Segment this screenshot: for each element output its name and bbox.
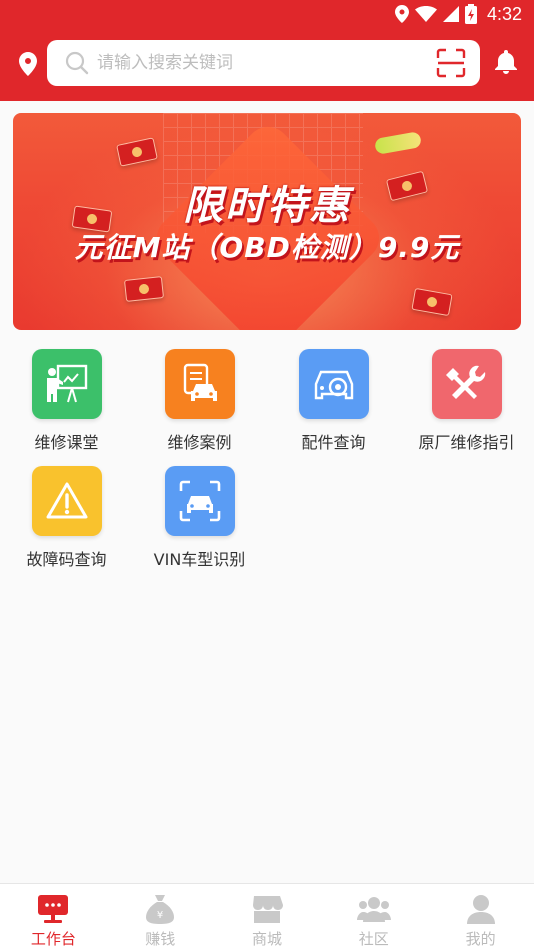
tab-workbench[interactable]: 工作台: [0, 884, 107, 950]
workbench-icon: [37, 892, 69, 926]
menu-label: VIN车型识别: [153, 550, 246, 569]
tab-earn-money[interactable]: ¥ 赚钱: [107, 884, 214, 950]
wifi-icon: [414, 6, 437, 22]
app-header: 4:32: [0, 0, 534, 101]
classroom-icon: [31, 349, 102, 419]
tab-label: 社区: [358, 930, 389, 948]
battery-icon: [464, 4, 477, 24]
warning-icon: [31, 466, 102, 536]
menu-item-repair-class[interactable]: 维修课堂: [0, 349, 133, 459]
tab-label: 我的: [465, 930, 496, 948]
menu-item-repair-case[interactable]: 维修案例: [133, 349, 266, 459]
menu-label: 维修课堂: [34, 433, 99, 452]
menu-item-oem-guide[interactable]: 原厂维修指引: [400, 349, 533, 459]
tab-profile[interactable]: 我的: [427, 884, 534, 950]
status-bar: 4:32: [394, 0, 534, 28]
svg-text:¥: ¥: [157, 910, 163, 921]
location-pin-icon: [19, 52, 37, 76]
tools-icon: [431, 349, 502, 419]
car-scan-icon: [164, 466, 235, 536]
menu-item-fault-code[interactable]: 故障码查询: [0, 466, 133, 576]
search-input[interactable]: [97, 53, 417, 73]
menu-item-vin-recognition[interactable]: VIN车型识别: [133, 466, 266, 576]
tab-store[interactable]: 商城: [214, 884, 321, 950]
status-time: 4:32: [486, 3, 522, 24]
tab-label: 商城: [251, 930, 282, 948]
bottom-tab-bar: 工作台 ¥ 赚钱 商城 社区 我的: [0, 883, 534, 950]
search-icon: [65, 51, 89, 75]
red-envelope-decoration: [123, 276, 165, 302]
search-bar[interactable]: [47, 40, 480, 86]
menu-label: 故障码查询: [26, 550, 107, 569]
menu-item-parts-query[interactable]: 配件查询: [267, 349, 400, 459]
car-parts-icon: [298, 349, 369, 419]
community-icon: [356, 892, 391, 926]
banner-subtitle: 元征M站（OBD检测）9.9元: [74, 231, 460, 264]
location-button[interactable]: [14, 50, 42, 78]
money-bag-icon: ¥: [145, 892, 175, 926]
menu-label: 原厂维修指引: [418, 433, 515, 452]
scan-icon: [436, 48, 466, 78]
banner-title: 限时特惠: [183, 183, 351, 229]
bell-icon: [495, 50, 517, 74]
profile-icon: [466, 892, 496, 926]
store-icon: [251, 892, 283, 926]
car-case-icon: [164, 349, 235, 419]
promo-banner[interactable]: 限时特惠 元征M站（OBD检测）9.9元: [13, 113, 521, 330]
tab-label: 赚钱: [145, 930, 176, 948]
tab-label: 工作台: [30, 930, 76, 948]
menu-label: 维修案例: [167, 433, 232, 452]
menu-label: 配件查询: [301, 433, 366, 452]
notification-button[interactable]: [492, 48, 520, 76]
signal-icon: [442, 6, 459, 22]
scan-button[interactable]: [436, 48, 466, 82]
tab-community[interactable]: 社区: [320, 884, 427, 950]
location-status-icon: [394, 5, 409, 23]
